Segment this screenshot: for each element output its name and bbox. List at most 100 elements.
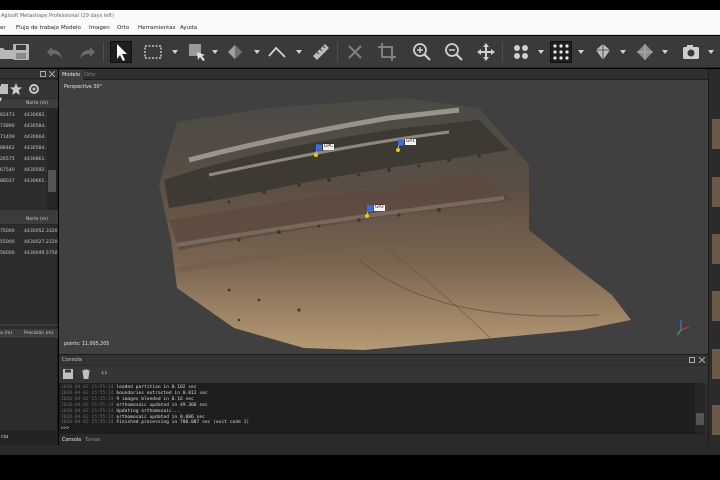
panel-tabs: cia [0,430,58,445]
table-row[interactable]: 56000 4430049.57500 [0,248,58,259]
run-script-icon[interactable]: ‹› [101,368,107,377]
console-panel: Consola ‹› 2020-04-02 15:55:24 loaded pa… [59,354,708,446]
scrollbar-thumb[interactable] [696,413,704,425]
toolbar-separator [103,42,104,62]
photo-thumbnail[interactable] [712,349,720,379]
reference-panel: ▾ Norte (m) 82473 4430682. 73890 4430584. … [0,69,58,445]
table-row[interactable]: 75000 4430052.33200 [0,226,58,237]
mesh-icon[interactable] [634,41,656,63]
delete-icon[interactable] [344,41,366,63]
tab-orto[interactable]: Orto [81,70,98,80]
console-prompt[interactable]: >>> [61,426,695,432]
move-object-icon[interactable] [475,41,497,63]
scrollbar-thumb[interactable] [48,170,56,192]
window-title-text: Agisoft Metashape Professional (29 days … [1,13,114,19]
3d-viewport[interactable]: Perspective 30° points: 11,005,205 GPC G… [59,80,708,354]
toolbar-separator [337,42,338,62]
close-icon[interactable] [49,71,55,77]
status-bar [0,445,720,455]
chevron-down-icon[interactable] [578,49,584,55]
header-error[interactable]: a (m) [0,329,12,339]
divider [0,324,58,326]
menu-modelo[interactable]: Modelo [61,22,81,35]
point-cloud [159,98,690,350]
menu-orto[interactable]: Orto [117,22,129,35]
menu-bar: er Flujo de trabajo Modelo Imagen Orto H… [0,22,720,35]
star-icon[interactable] [10,83,22,95]
settings-icon[interactable] [28,83,40,95]
points-count: points: 11,005,205 [64,342,110,347]
ruler-icon[interactable] [310,41,332,63]
menu-ayuda[interactable]: Ayuda [180,22,197,35]
dense-cloud-icon[interactable] [592,41,614,63]
resize-region-icon[interactable] [186,41,208,63]
import-icon[interactable] [0,83,8,95]
header-precision[interactable]: Precisión (m) [24,329,53,339]
table-row[interactable]: 73890 4430584. [0,121,46,132]
photo-thumbnail[interactable] [712,119,720,149]
table-row[interactable]: 71409 4430664. [0,132,46,143]
scalebars-table-header: Norte (m) [0,215,58,225]
table-row[interactable]: 88037 4430661. [0,176,46,187]
redo-icon[interactable] [76,41,98,63]
console-header: Consola [59,355,708,365]
menu-flujo-de-trabajo[interactable]: Flujo de trabajo [16,22,59,35]
errors-table-header: a (m) Precisión (m) [0,329,58,339]
float-panel-icon[interactable] [40,71,46,77]
photo-thumbnail[interactable] [712,405,720,435]
rectangle-selection-icon[interactable] [142,41,164,63]
console-toolbar: ‹› [59,366,708,383]
points-view-icon[interactable] [550,41,572,63]
model-panel: Modelo Orto Perspective 30° points: 11,0… [59,69,708,354]
chevron-down-icon[interactable] [538,49,544,55]
table-row[interactable]: 82473 4430682. [0,110,46,121]
photo-thumbnail[interactable] [712,234,720,264]
zoom-out-icon[interactable] [443,41,465,63]
table-row[interactable]: 55000 4430027.22200 [0,237,58,248]
view-tabs: Modelo Orto [59,69,708,80]
header-norte[interactable]: Norte (m) [26,215,48,225]
chevron-down-icon[interactable] [296,49,302,55]
sort-down-icon[interactable]: ▾ [0,95,2,105]
panel-header [0,69,58,79]
clear-log-icon[interactable] [81,369,91,379]
console-log: 2020-04-02 15:55:24 loaded partition in … [59,383,695,433]
close-icon[interactable] [699,357,705,363]
zoom-in-icon[interactable] [411,41,433,63]
save-icon[interactable] [10,41,32,63]
chevron-down-icon[interactable] [708,49,714,55]
draw-polyline-icon[interactable] [266,41,288,63]
letterbox [0,455,720,480]
header-norte[interactable]: Norte (m) [26,99,48,109]
chevron-down-icon[interactable] [662,49,668,55]
toolbar-separator [502,42,503,62]
photo-thumbnail[interactable] [712,177,720,207]
photo-thumbnail[interactable] [712,291,720,321]
window-title: Agisoft Metashape Professional (29 days … [0,10,720,22]
crop-icon[interactable] [376,41,398,63]
model-view-icon[interactable] [510,41,532,63]
navigation-icon[interactable] [110,41,132,63]
chevron-down-icon[interactable] [172,49,178,55]
scrollbar[interactable] [695,383,705,433]
tab-modelo[interactable]: Modelo [59,70,84,80]
tab-referencia[interactable]: cia [1,434,8,440]
main-toolbar [0,36,720,68]
chevron-down-icon[interactable] [254,49,260,55]
scrollbar[interactable] [47,110,57,210]
menu-ver[interactable]: er [0,22,6,35]
table-row[interactable]: 26575 4430861. [0,154,46,165]
projection-label: Perspective 30° [64,85,102,90]
undo-icon[interactable] [44,41,66,63]
camera-icon[interactable] [680,41,702,63]
menu-imagen[interactable]: Imagen [89,22,110,35]
save-log-icon[interactable] [63,369,73,379]
table-row[interactable]: 88462 4430584. [0,143,46,154]
menu-herramientas[interactable]: Herramientas [138,22,175,35]
chevron-down-icon[interactable] [212,49,218,55]
chevron-down-icon[interactable] [620,49,626,55]
table-row[interactable]: 67540 4430592. [0,165,46,176]
rotate-object-icon[interactable] [224,41,246,63]
photos-panel [708,69,720,445]
float-panel-icon[interactable] [689,357,695,363]
